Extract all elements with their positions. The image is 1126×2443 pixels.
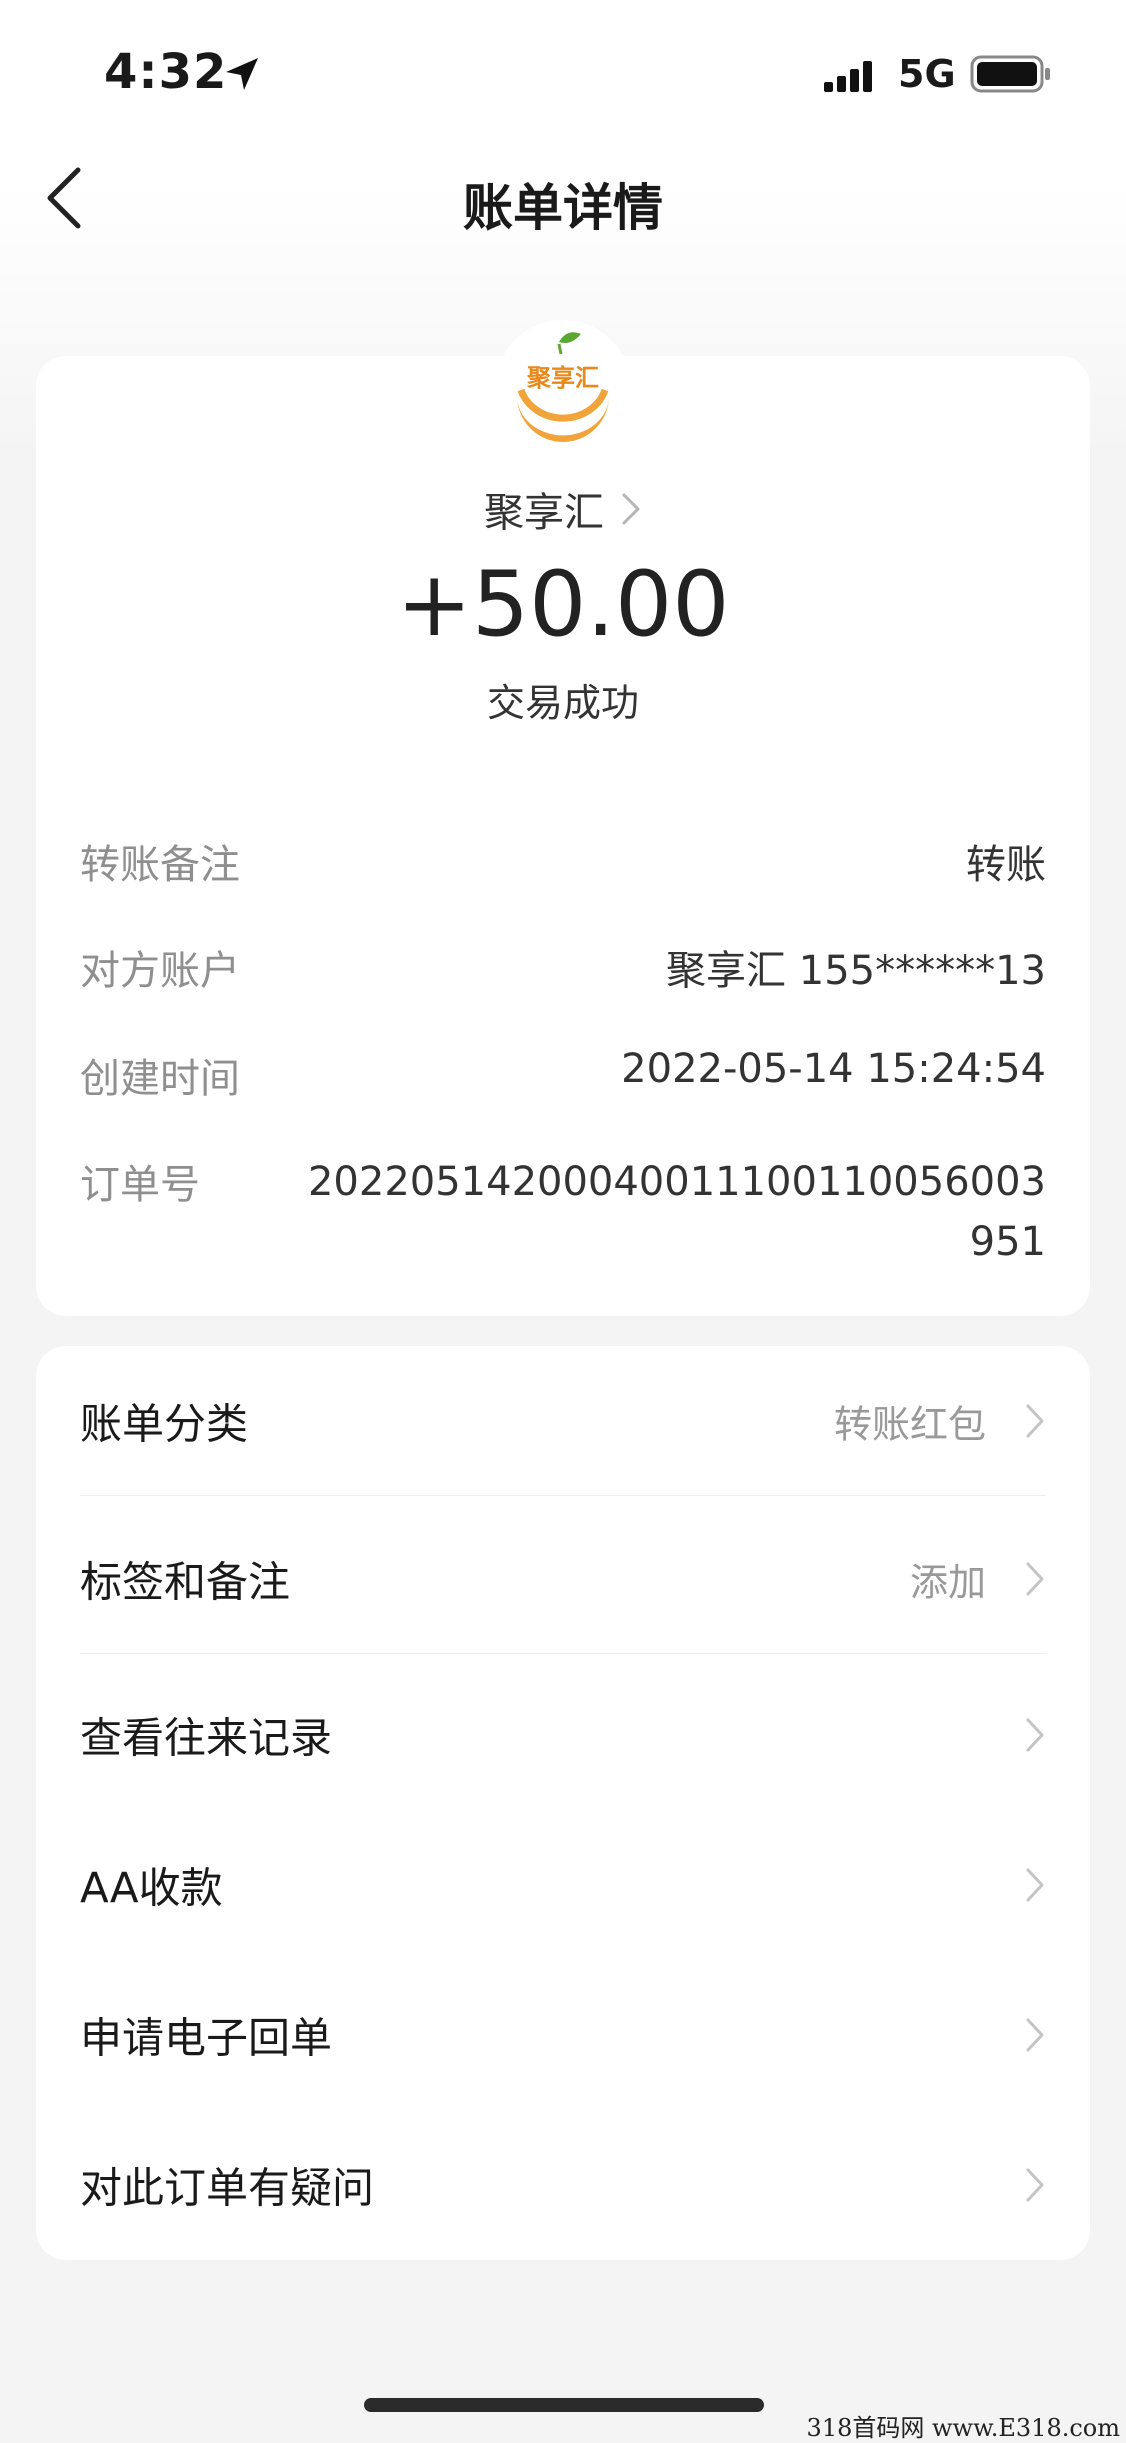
merchant-logo-image: 聚享汇 bbox=[495, 320, 631, 456]
chevron-right-icon bbox=[1026, 2168, 1044, 2202]
remark-label: 转账备注 bbox=[80, 842, 240, 888]
chevron-right-icon bbox=[1026, 1404, 1044, 1438]
chevron-right-icon bbox=[1026, 1562, 1044, 1596]
chevron-right-icon bbox=[1026, 1868, 1044, 1902]
merchant-link[interactable]: 聚享汇 bbox=[0, 480, 1126, 538]
menu-item-value: 转账红包 bbox=[833, 1402, 986, 1447]
menu-item-aa-collect[interactable]: AA收款 bbox=[36, 1810, 1090, 1960]
order-number-value: 20220514200040011100110056003951 bbox=[307, 1159, 1046, 1265]
menu-item-tags-notes[interactable]: 标签和备注 添加 bbox=[36, 1504, 1090, 1654]
menu-item-bill-category[interactable]: 账单分类 转账红包 bbox=[36, 1346, 1090, 1496]
watermark: 318首码网 www.E318.com bbox=[806, 2414, 1120, 2442]
created-time-value: 2022-05-14 15:24:54 bbox=[621, 1046, 1046, 1092]
battery-icon bbox=[970, 55, 1050, 93]
menu-item-label: 查看往来记录 bbox=[80, 1713, 333, 1763]
page-title: 账单详情 bbox=[463, 179, 663, 237]
location-arrow-icon bbox=[226, 58, 258, 90]
divider bbox=[80, 1495, 1046, 1496]
menu-item-label: 对此订单有疑问 bbox=[80, 2163, 375, 2213]
menu-item-order-question[interactable]: 对此订单有疑问 bbox=[36, 2110, 1090, 2260]
remark-value: 转账 bbox=[966, 842, 1046, 888]
transaction-amount: +50.00 bbox=[396, 552, 730, 657]
chevron-right-icon bbox=[1026, 2018, 1044, 2052]
transaction-status: 交易成功 bbox=[486, 681, 639, 725]
menu-item-label: 标签和备注 bbox=[80, 1557, 291, 1607]
menu-item-history[interactable]: 查看往来记录 bbox=[36, 1660, 1090, 1810]
merchant-logo-text: 聚享汇 bbox=[526, 364, 599, 392]
merchant-logo[interactable]: 聚享汇 bbox=[495, 320, 631, 456]
menu-item-value: 添加 bbox=[909, 1560, 986, 1605]
divider bbox=[80, 1653, 1046, 1654]
menu-item-e-receipt[interactable]: 申请电子回单 bbox=[36, 1960, 1090, 2110]
menu-item-label: 申请电子回单 bbox=[80, 2013, 333, 2063]
network-type: 5G bbox=[898, 52, 956, 96]
chevron-right-icon bbox=[622, 493, 640, 525]
merchant-name: 聚享汇 bbox=[484, 490, 604, 536]
status-time: 4:32 bbox=[104, 44, 228, 100]
counterparty-value: 聚享汇 155******13 bbox=[666, 948, 1046, 994]
chevron-right-icon bbox=[1026, 1718, 1044, 1752]
cellular-signal-icon bbox=[824, 61, 872, 92]
home-indicator[interactable] bbox=[364, 2398, 764, 2412]
menu-item-label: AA收款 bbox=[80, 1863, 223, 1913]
menu-item-label: 账单分类 bbox=[80, 1399, 249, 1449]
counterparty-label: 对方账户 bbox=[80, 948, 240, 994]
created-time-label: 创建时间 bbox=[80, 1056, 240, 1102]
order-number-label: 订单号 bbox=[80, 1162, 200, 1208]
